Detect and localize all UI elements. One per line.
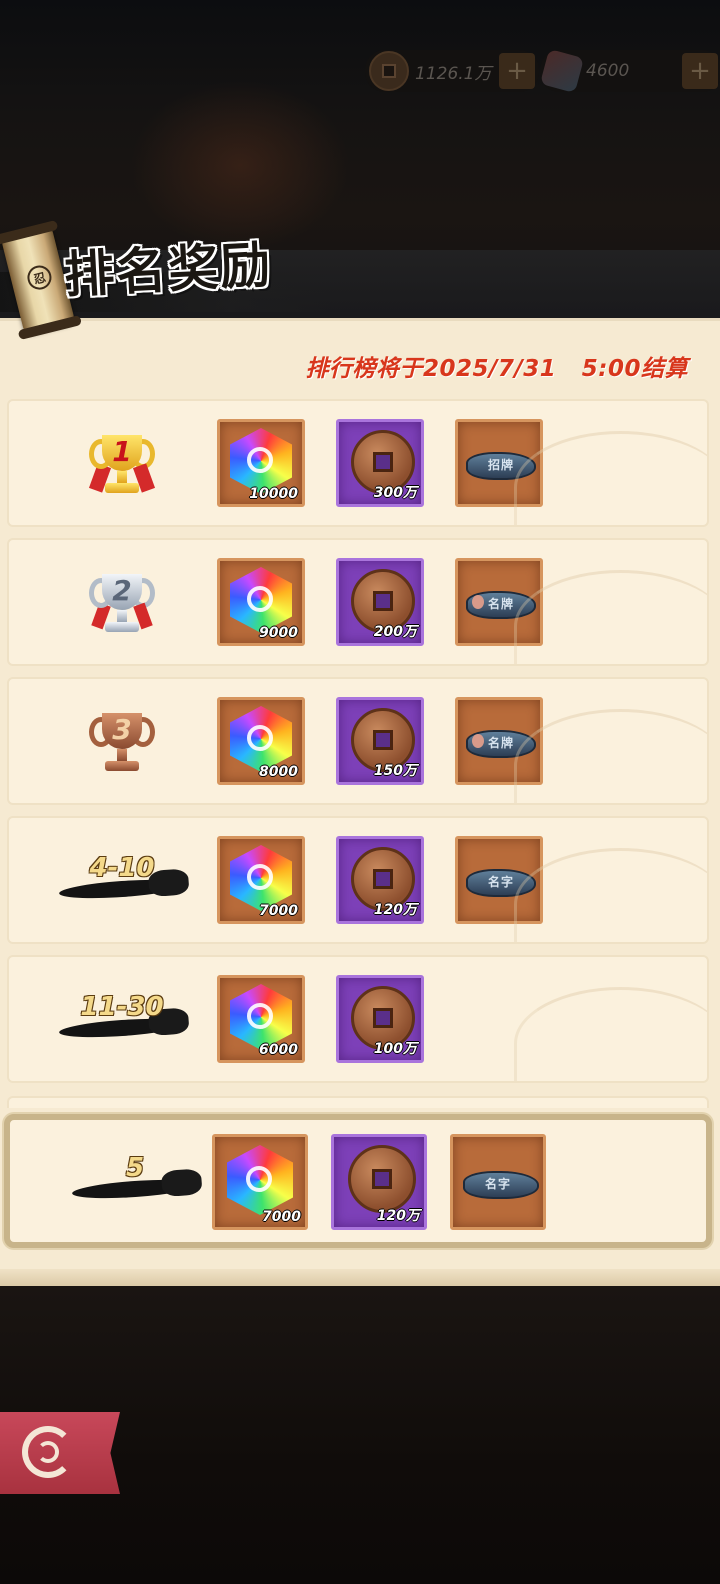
reward-item-gem[interactable]: 10000	[217, 419, 305, 507]
reward-item-coin[interactable]: 120万	[336, 836, 424, 924]
reward-item-coin[interactable]: 200万	[336, 558, 424, 646]
rank-badge: 1	[57, 419, 187, 509]
reward-item-fragment[interactable]: 名牌	[455, 558, 543, 646]
item-quantity: 120万	[376, 1208, 420, 1224]
fragment-label: 名字	[488, 875, 515, 889]
bronze-trophy-icon: 3	[87, 707, 157, 777]
name-plate-fragment-icon: 招牌	[466, 452, 536, 480]
item-quantity: 120万	[373, 902, 417, 918]
reward-row-rank-2: 2 9000 200万 名牌	[7, 538, 709, 666]
item-quantity: 100万	[373, 1041, 417, 1057]
reward-item-fragment[interactable]: 名字	[455, 836, 543, 924]
gold-trophy-icon: 1	[87, 429, 157, 499]
reward-item-gem[interactable]: 9000	[217, 558, 305, 646]
rank-badge: 11-30	[57, 975, 187, 1065]
settlement-deadline: 排行榜将于2025/7/31 5:00结算	[305, 356, 688, 382]
reward-item-gem[interactable]: 7000	[217, 836, 305, 924]
name-plate-fragment-icon: 名牌	[466, 730, 536, 758]
page-title: 排名奖励	[62, 234, 274, 305]
coin-value: 1126.1万	[415, 63, 492, 84]
silver-trophy-icon: 2	[87, 568, 157, 638]
reward-item-coin[interactable]: 300万	[336, 419, 424, 507]
rank-range: 11-30	[80, 992, 164, 1022]
gem-icon	[230, 706, 292, 772]
rank-number: 2	[112, 574, 132, 607]
rank-number: 1	[112, 435, 132, 468]
add-gems-button[interactable]: +	[682, 53, 718, 89]
rank-badge: 4-10	[57, 836, 187, 926]
ink-rank-badge: 11-30	[58, 990, 186, 1050]
gem-icon	[230, 984, 292, 1050]
rank-badge: 3	[57, 697, 187, 787]
rank-number: 3	[112, 713, 132, 746]
reward-item-fragment[interactable]: 招牌	[455, 419, 543, 507]
reward-item-fragment[interactable]: 名字	[450, 1134, 546, 1230]
gem-icon	[227, 1145, 293, 1215]
item-quantity: 10000	[249, 486, 298, 502]
ink-rank-badge: 5	[71, 1151, 199, 1211]
gem-icon	[230, 428, 292, 494]
coin-icon	[348, 1145, 416, 1213]
item-quantity: 200万	[373, 624, 417, 640]
next-row-peek	[7, 1096, 709, 1108]
fragment-label: 名字	[485, 1177, 512, 1191]
reward-row-rank-1: 1 10000 300万 招牌	[7, 399, 709, 527]
item-quantity: 300万	[373, 485, 417, 501]
item-quantity: 6000	[259, 1042, 298, 1058]
name-plate-fragment-icon: 名字	[466, 869, 536, 897]
reward-row-rank-4-10: 4-10 7000 120万 名字	[7, 816, 709, 944]
item-quantity: 150万	[373, 763, 417, 779]
name-plate-fragment-icon: 名牌	[466, 591, 536, 619]
gem-value: 4600	[586, 61, 630, 81]
reward-item-gem[interactable]: 6000	[217, 975, 305, 1063]
name-plate-fragment-icon: 名字	[463, 1171, 539, 1199]
gem-counter: 4600 +	[539, 48, 720, 94]
reward-item-coin[interactable]: 120万	[331, 1134, 427, 1230]
scroll-glyph: 忍	[24, 263, 55, 293]
reward-item-gem[interactable]: 7000	[212, 1134, 308, 1230]
coin-icon	[369, 51, 409, 91]
reward-row-rank-3: 3 8000 150万 名牌	[7, 677, 709, 805]
reward-item-fragment[interactable]: 名牌	[455, 697, 543, 785]
gem-icon	[230, 567, 292, 633]
rank-range: 4-10	[89, 853, 155, 883]
back-spiral-icon	[22, 1426, 74, 1478]
my-rank-number: 5	[125, 1153, 145, 1183]
ink-rank-badge: 4-10	[58, 851, 186, 911]
reward-item-gem[interactable]: 8000	[217, 697, 305, 785]
my-rank-row: 5 7000 120万 名字	[4, 1114, 712, 1248]
rank-badge: 2	[57, 558, 187, 648]
reward-item-coin[interactable]: 100万	[336, 975, 424, 1063]
coin-counter: 1126.1万 +	[365, 50, 539, 92]
item-quantity: 9000	[259, 625, 298, 641]
rank-badge: 5	[70, 1136, 200, 1226]
fragment-label: 招牌	[488, 458, 515, 472]
item-quantity: 8000	[259, 764, 298, 780]
back-button[interactable]	[0, 1412, 120, 1494]
item-quantity: 7000	[259, 903, 298, 919]
fragment-label: 名牌	[488, 736, 515, 750]
item-quantity: 7000	[262, 1209, 301, 1225]
add-coins-button[interactable]: +	[499, 53, 535, 89]
reward-item-coin[interactable]: 150万	[336, 697, 424, 785]
panel-title: 忍 排名奖励	[0, 220, 720, 335]
fragment-label: 名牌	[488, 597, 515, 611]
gem-icon	[230, 845, 292, 911]
reward-row-rank-11-30: 11-30 6000 100万	[7, 955, 709, 1083]
gem-icon	[539, 48, 585, 94]
